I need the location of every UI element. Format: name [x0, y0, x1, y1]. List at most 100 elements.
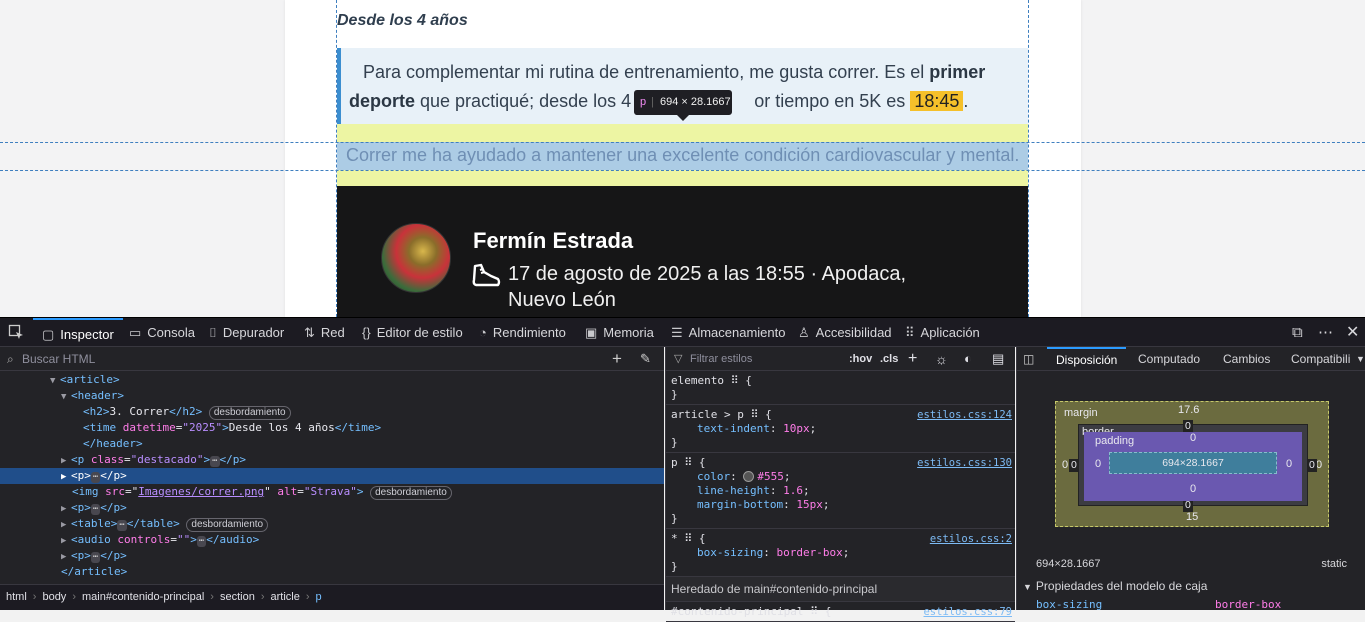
border-right-value[interactable]: 0 — [1307, 459, 1317, 472]
padding-right-value[interactable]: 0 — [1286, 458, 1292, 470]
tab-consola[interactable]: ▭ Consola — [129, 318, 195, 348]
inspector-tooltip: p | 694 × 28.1667 — [634, 90, 732, 121]
margin-left-value[interactable]: 0 — [1062, 459, 1068, 471]
accessibility-icon: ♙ — [798, 325, 810, 340]
margin-top-value[interactable]: 17.6 — [1178, 404, 1199, 416]
source-link[interactable]: estilos.css:2 — [930, 532, 1012, 546]
box-border: border 0 0 0 0 padding 0 0 0 0 694×28.16… — [1069, 420, 1317, 512]
tab-memoria[interactable]: ▣ Memoria — [585, 318, 654, 348]
element-picker-icon[interactable] — [8, 318, 24, 348]
selected-paragraph[interactable]: Correr me ha ayudado a mantener una exce… — [346, 145, 1019, 166]
guide-line-top — [0, 142, 1365, 143]
eyedropper-icon[interactable]: ✎ — [640, 347, 651, 371]
padding-left-value[interactable]: 0 — [1095, 458, 1101, 470]
dark-theme-icon[interactable]: ◐ — [964, 347, 972, 371]
rule-element[interactable]: elemento ⠿ {} — [666, 371, 1015, 405]
box-sizing-value: border-box — [1215, 598, 1282, 611]
breadcrumb-item[interactable]: section — [220, 591, 255, 603]
console-icon: ▭ — [129, 325, 142, 340]
network-icon: ⇅ — [304, 325, 315, 340]
application-icon: ⠿ — [905, 325, 915, 340]
rules-pane: ▽ Filtrar estilos :hov .cls + ☼ ◐ ▤ elem… — [665, 347, 1015, 622]
sidebar-tabs: ◫ Disposición Computado Cambios Compatib… — [1017, 347, 1365, 371]
tab-cambios[interactable]: Cambios — [1223, 347, 1270, 371]
overflow-badge[interactable]: desbordamiento — [186, 518, 269, 532]
node-img[interactable]: <img src="Imagenes/correr.png" alt="Stra… — [0, 484, 664, 500]
padding-bottom-value[interactable]: 0 — [1190, 483, 1196, 495]
node-h2[interactable]: <h2>3. Correr</h2> desbordamiento — [0, 404, 664, 420]
debugger-icon: ⌷ — [209, 325, 217, 340]
tab-inspector[interactable]: ▢ Inspector — [33, 318, 123, 348]
tab-almacenamiento[interactable]: ☰ Almacenamiento — [671, 318, 785, 348]
breadcrumb-item[interactable]: main#contenido-principal — [82, 591, 204, 603]
tab-accesibilidad[interactable]: ♙ Accesibilidad — [798, 318, 892, 348]
css-rules: elemento ⠿ {} article > p ⠿ {estilos.css… — [666, 371, 1015, 622]
strava-card: Fermín Estrada 17 de agosto de 2025 a la… — [337, 186, 1028, 317]
padding-label: padding — [1095, 435, 1135, 447]
rule-p[interactable]: p ⠿ {estilos.css:130 color: #555; line-hei… — [666, 453, 1015, 529]
source-link[interactable]: estilos.css:130 — [917, 456, 1012, 470]
node-time[interactable]: <time datetime="2025">Desde los 4 años</… — [0, 420, 664, 436]
best-time-highlight: 18:45 — [910, 91, 964, 111]
node-article[interactable]: ▼ <article> — [0, 372, 664, 388]
box-sizing-prop: box-sizing — [1036, 598, 1103, 611]
guide-line-left — [336, 0, 337, 317]
breadcrumb-item[interactable]: body — [42, 591, 66, 603]
box-content-size[interactable]: 694×28.1667 — [1109, 452, 1277, 474]
source-link[interactable]: estilos.css:79 — [923, 605, 1012, 619]
tab-editor-de-estilo[interactable]: {} Editor de estilo — [362, 318, 463, 348]
chevron-down-icon[interactable]: ▼ — [1356, 347, 1365, 371]
more-options-icon[interactable]: ⋯ — [1318, 318, 1333, 348]
avatar — [381, 223, 451, 293]
node-header-close[interactable]: </header> — [0, 436, 664, 452]
box-model-properties-header[interactable]: ▼ Propiedades del modelo de caja — [1023, 579, 1207, 593]
article-time: Desde los 4 años — [337, 12, 468, 29]
memory-icon: ▣ — [585, 325, 598, 340]
add-node-icon[interactable]: + — [612, 347, 622, 371]
tab-compatibilidad[interactable]: Compatibili — [1291, 347, 1350, 371]
inspector-icon: ▢ — [42, 327, 55, 342]
overflow-badge[interactable]: desbordamiento — [208, 406, 291, 420]
node-article-close[interactable]: </article> — [0, 564, 664, 580]
color-swatch[interactable] — [743, 471, 755, 482]
overflow-badge[interactable]: desbordamiento — [370, 486, 452, 500]
box-model-diagram: margin 17.6 15 0 0 border 0 0 0 0 paddin… — [1055, 401, 1329, 527]
padding-top-value[interactable]: 0 — [1190, 432, 1196, 444]
rule-contenido-principal[interactable]: #contenido-principal ⠿ {estilos.css:79 — [666, 602, 1015, 622]
node-p-selected[interactable]: ▶ <p> ⋯ </p> — [0, 468, 664, 484]
breadcrumb-item[interactable]: article — [270, 591, 299, 603]
close-icon[interactable]: ✕ — [1346, 318, 1359, 348]
margin-bottom-value[interactable]: 15 — [1186, 511, 1198, 523]
node-audio[interactable]: ▶ <audio controls=""> ⋯ </audio> — [0, 532, 664, 548]
tab-aplicacion[interactable]: ⠿ Aplicación — [905, 318, 980, 348]
print-media-icon[interactable]: ▤ — [992, 347, 1004, 371]
tab-depurador[interactable]: ⌷ Depurador — [209, 318, 284, 348]
tab-disposicion[interactable]: Disposición — [1047, 347, 1127, 371]
source-link[interactable]: estilos.css:124 — [917, 408, 1012, 422]
tab-red[interactable]: ⇅ Red — [304, 318, 345, 348]
breadcrumb-item[interactable]: p — [316, 591, 322, 603]
author-name: Fermín Estrada — [473, 228, 634, 253]
breadcrumb: html › body › main#contenido-principal › secti… — [0, 584, 664, 610]
hov-button[interactable]: :hov — [849, 347, 872, 371]
tab-rendimiento[interactable]: ◔ Rendimiento — [479, 318, 566, 348]
breadcrumb-item[interactable]: html — [6, 591, 27, 603]
node-p[interactable]: ▶ <p> ⋯ </p> — [0, 500, 664, 516]
dock-icon[interactable]: ⧉ — [1292, 318, 1303, 348]
light-theme-icon[interactable]: ☼ — [935, 347, 948, 371]
node-p[interactable]: ▶ <p> ⋯ </p> — [0, 548, 664, 564]
node-header[interactable]: ▼ <header> — [0, 388, 664, 404]
tab-computado[interactable]: Computado — [1138, 347, 1200, 371]
cls-button[interactable]: .cls — [880, 347, 898, 371]
add-rule-icon[interactable]: + — [908, 347, 917, 371]
margin-right-value[interactable]: 0 — [1316, 459, 1322, 471]
border-left-value[interactable]: 0 — [1069, 459, 1079, 472]
toggle-pane-icon[interactable]: ◫ — [1023, 347, 1034, 371]
rule-universal[interactable]: * ⠿ {estilos.css:2 box-sizing: border-box… — [666, 529, 1015, 577]
filter-styles-input[interactable]: ▽ Filtrar estilos :hov .cls + ☼ ◐ ▤ — [666, 347, 1015, 371]
node-table[interactable]: ▶ <table> ⋯ </table> desbordamiento — [0, 516, 664, 532]
rule-article-p[interactable]: article > p ⠿ {estilos.css:124 text-inden… — [666, 405, 1015, 453]
node-p-destacado[interactable]: ▶ <p class="destacado"> ⋯ </p> — [0, 452, 664, 468]
search-html-input[interactable]: ⌕ Buscar HTML + ✎ — [0, 347, 664, 371]
guide-line-bottom — [0, 170, 1365, 171]
